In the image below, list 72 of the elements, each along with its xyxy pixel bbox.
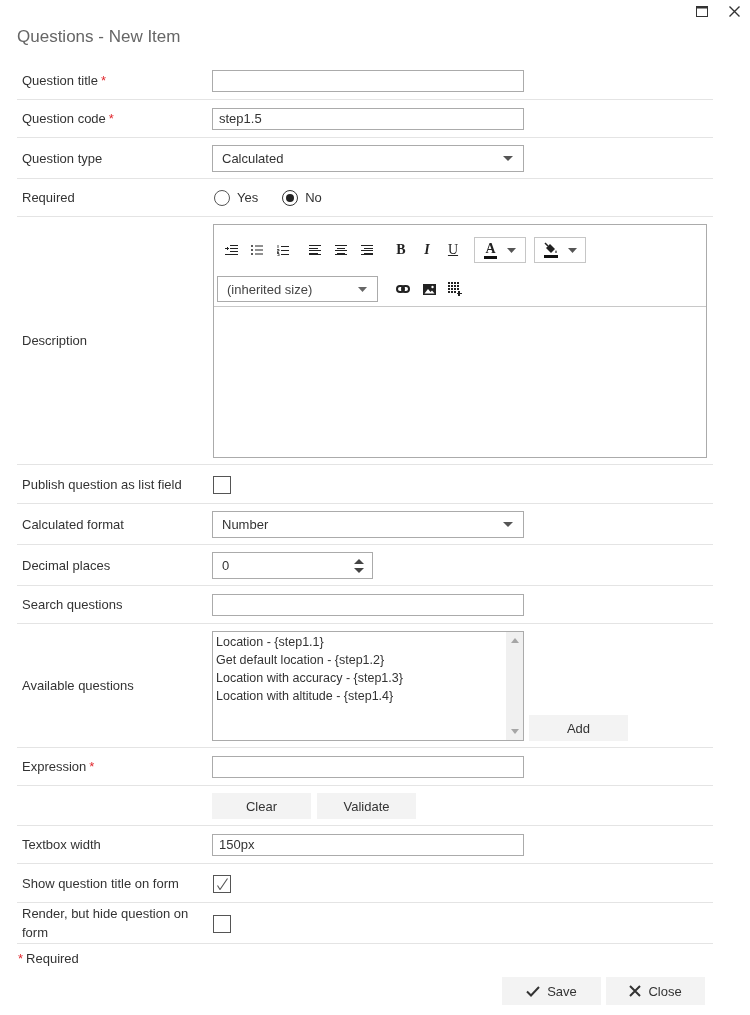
align-right-icon [361,245,373,255]
rich-text-editor[interactable]: B I U A (inherited size) [213,224,707,458]
dropdown-field[interactable]: Number [212,511,524,538]
link-icon [396,285,410,293]
bold-button[interactable]: B [388,237,414,263]
field-label: Textbox width [22,837,101,852]
text-field[interactable]: step1.5 [212,108,524,130]
dialog-title: Questions - New Item [17,26,182,48]
caret-icon [358,286,367,292]
bullet-list-icon [251,245,263,255]
field-label: Calculated format [22,516,124,532]
field-label: Expression [22,759,87,774]
check-icon [216,878,228,890]
option-label[interactable]: Yes [237,190,259,206]
required-mark: * [108,111,114,126]
x-icon [629,985,642,997]
field-label: Question type [22,150,103,166]
text-field[interactable] [212,594,524,616]
close-button[interactable]: Close [606,977,705,1005]
caret-icon [506,247,516,253]
field-label: Show question title on form [22,875,179,891]
italic-button[interactable]: I [414,237,440,263]
option-label[interactable]: No [305,190,322,206]
list-item[interactable]: Location - {step1.1} [216,633,506,651]
list-item[interactable]: Get default location - {step1.2} [216,651,506,669]
checkbox[interactable] [213,915,231,933]
form-button[interactable]: Clear [212,793,311,819]
field-label: Available questions [22,678,134,693]
align-left-icon [309,245,321,255]
field-label: Question title [22,73,98,88]
caret-icon [567,247,577,253]
maximize-icon[interactable] [696,5,708,17]
table-grid-icon [448,282,462,296]
legend-text: Required [26,951,79,966]
required-mark: * [89,759,95,774]
save-button[interactable]: Save [502,977,601,1005]
required-mark: * [18,951,24,966]
checkbox[interactable] [213,476,231,494]
stepper-field[interactable]: 0 [212,552,373,579]
text-field[interactable] [212,756,524,778]
checkbox[interactable] [213,875,231,893]
required-mark: * [100,73,106,88]
highlight-color-button[interactable] [534,237,586,263]
text-field[interactable] [212,70,524,92]
numbered-list-icon [277,244,289,256]
image-icon [422,283,436,295]
field-label: Decimal places [22,557,111,573]
add-button[interactable]: Add [529,715,628,741]
field-label: Question code [22,111,106,126]
field-label: Required [22,190,75,205]
align-center-icon [335,245,347,255]
field-label: Publish question as list field [22,476,182,492]
caret-icon [503,522,513,527]
down-arrow-icon[interactable] [354,567,364,573]
check-icon [526,985,541,997]
dropdown-field[interactable]: Calculated [212,145,524,172]
up-arrow-icon[interactable] [354,558,364,564]
close-icon[interactable] [729,5,740,17]
field-label: Render, but hide question on form [22,906,189,940]
paint-bucket-icon [543,242,558,258]
list-item[interactable]: Location with altitude - {step1.4} [216,687,506,705]
caret-icon [503,156,513,161]
font-size-select[interactable]: (inherited size) [217,276,378,302]
underline-button[interactable]: U [440,237,466,263]
text-field[interactable]: 150px [212,834,524,856]
font-color-button[interactable]: A [474,237,526,263]
indent-icon [224,244,238,256]
list-item[interactable]: Location with accuracy - {step1.3} [216,669,506,687]
form-button[interactable]: Validate [317,793,416,819]
field-label: Search questions [22,597,123,612]
questions-listbox[interactable]: Location - {step1.1} Get default location - {step1.2} Location with accuracy - {step1.3} Location with altitude - {step1.4} [212,631,524,741]
field-label: Description [22,333,88,348]
